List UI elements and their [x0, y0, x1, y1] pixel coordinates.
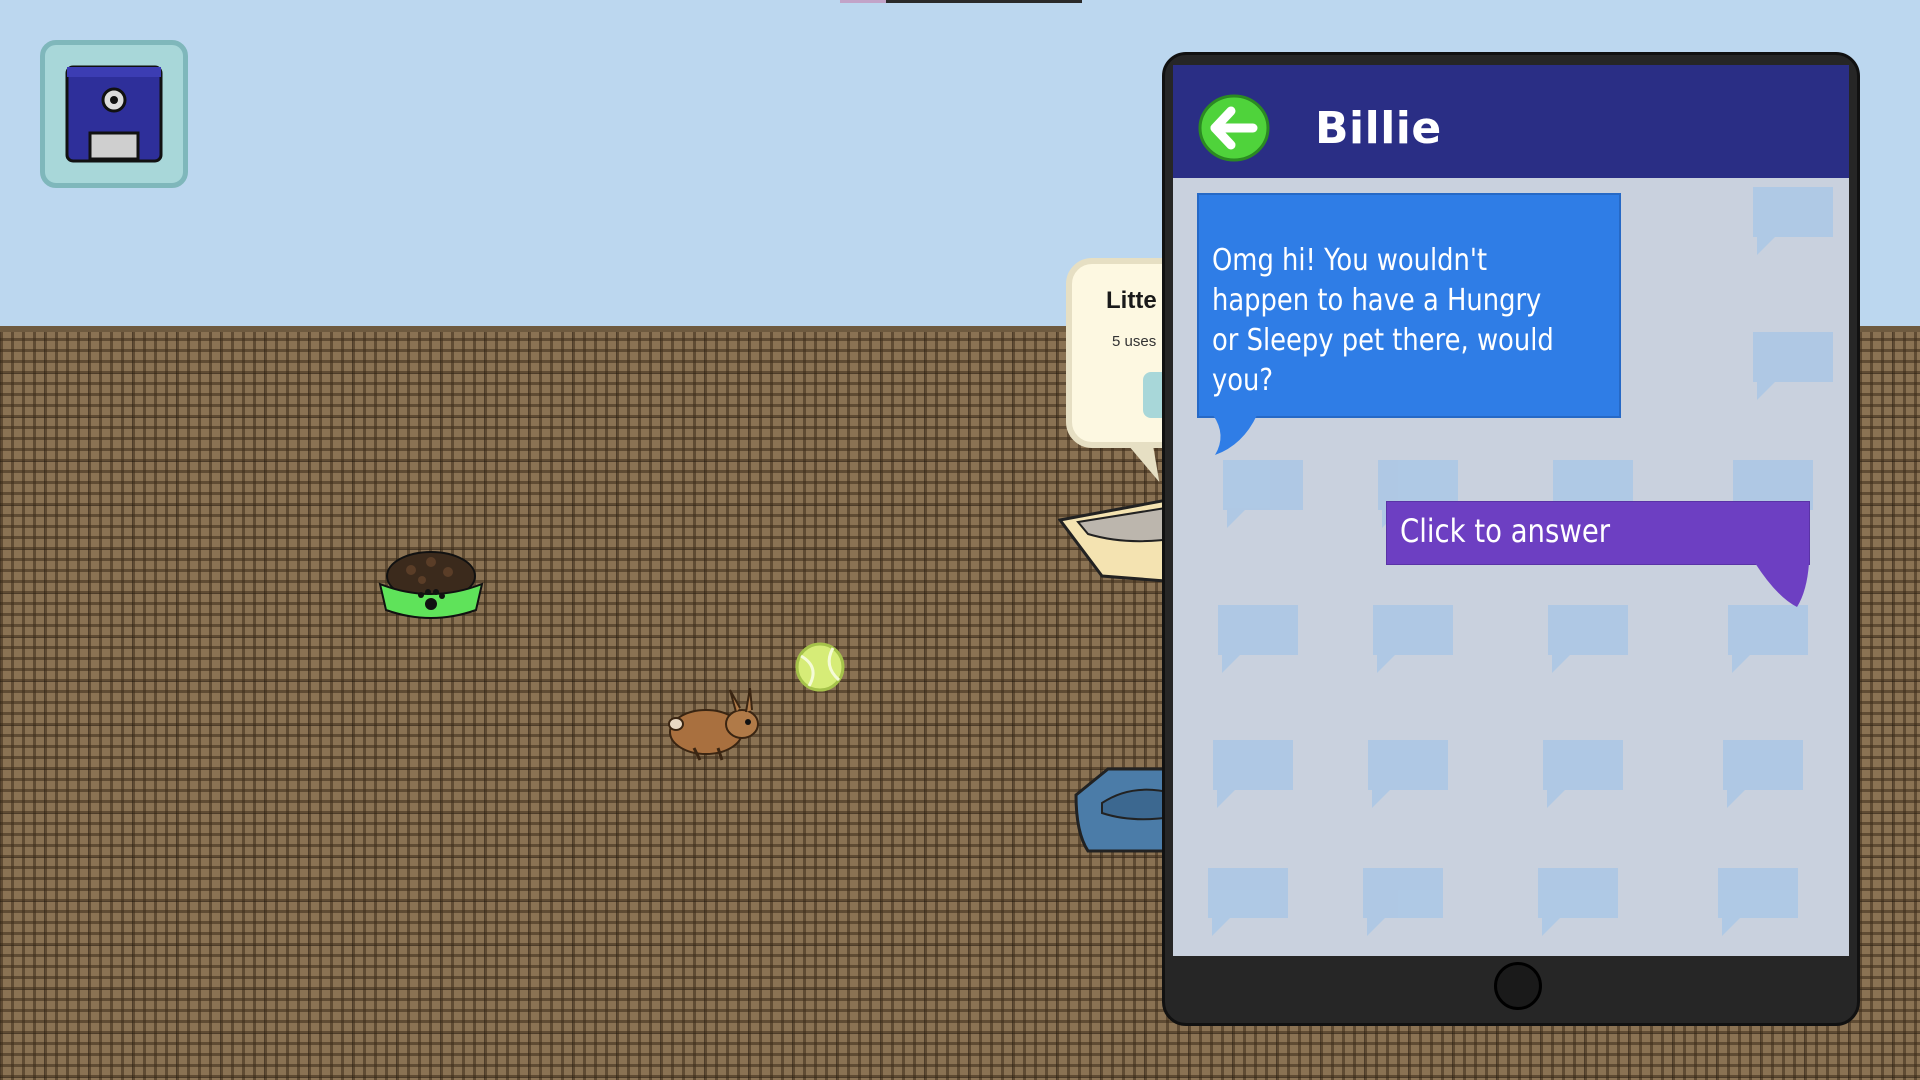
chat-header: Billie [1173, 65, 1849, 178]
incoming-bubble-tail [1213, 415, 1257, 455]
contact-name: Billie [1315, 103, 1442, 154]
top-progress-accent [840, 0, 886, 3]
phone-screen: Billie Omg hi! You wouldn't happen to ha… [1173, 65, 1849, 956]
pet-bed[interactable] [1072, 763, 1172, 853]
pet-rabbit[interactable] [664, 688, 770, 762]
answer-button-label: Click to answer [1400, 512, 1611, 550]
incoming-message-bubble: Omg hi! You wouldn't happen to have a Hu… [1197, 193, 1621, 418]
tennis-ball[interactable] [793, 642, 847, 692]
back-button[interactable] [1197, 93, 1271, 163]
incoming-message-text: Omg hi! You wouldn't happen to have a Hu… [1212, 243, 1554, 398]
litter-tray[interactable] [1058, 496, 1178, 582]
floppy-disk-icon [65, 65, 163, 163]
phone-home-button[interactable] [1494, 962, 1542, 1010]
answer-bubble-tail [1755, 563, 1809, 607]
tooltip-title: Litte [1106, 287, 1157, 314]
answer-button[interactable]: Click to answer [1386, 501, 1810, 565]
save-button[interactable] [40, 40, 188, 188]
tooltip-uses: 5 uses [1112, 333, 1157, 350]
food-bowl[interactable] [376, 548, 486, 622]
